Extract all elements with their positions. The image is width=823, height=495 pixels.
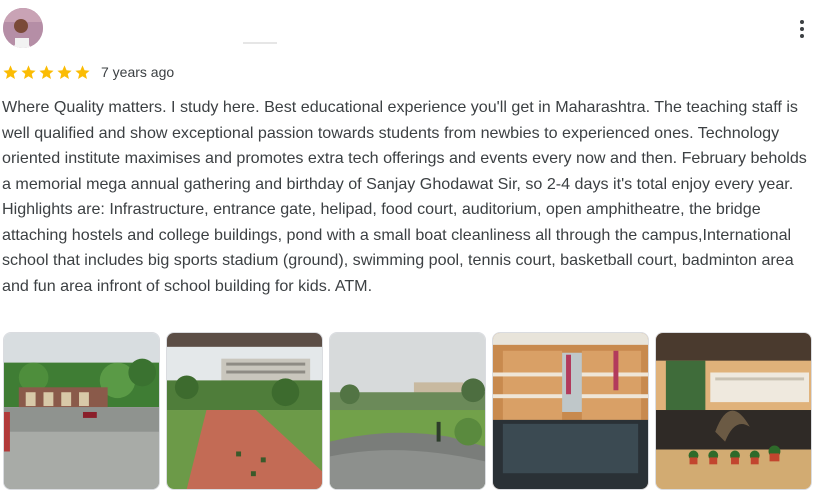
review-text: Where Quality matters. I study here. Bes… [2,98,807,295]
review-photo-sculpture-atrium[interactable] [655,332,812,490]
star-icon [21,64,36,79]
star-icon [39,64,54,79]
review-photo-lawn-road[interactable] [329,332,486,490]
reviewer-name[interactable] [243,42,277,44]
more-vert-icon-dot [800,27,804,31]
review-photo-entrance-gate[interactable] [3,332,160,490]
review-photo-building-walkway[interactable] [166,332,323,490]
review-photo-courtyard-pool[interactable] [492,332,649,490]
more-options-button[interactable] [788,14,816,44]
star-rating [2,64,91,81]
star-icon [57,64,72,79]
rating-row: 7 years ago [2,62,174,82]
review-photos [3,332,812,490]
more-vert-icon [800,20,804,24]
star-icon [75,64,90,79]
more-vert-icon-dot [800,34,804,38]
reviewer-avatar[interactable] [3,8,43,48]
star-icon [3,64,18,79]
review-timestamp: 7 years ago [101,64,175,80]
